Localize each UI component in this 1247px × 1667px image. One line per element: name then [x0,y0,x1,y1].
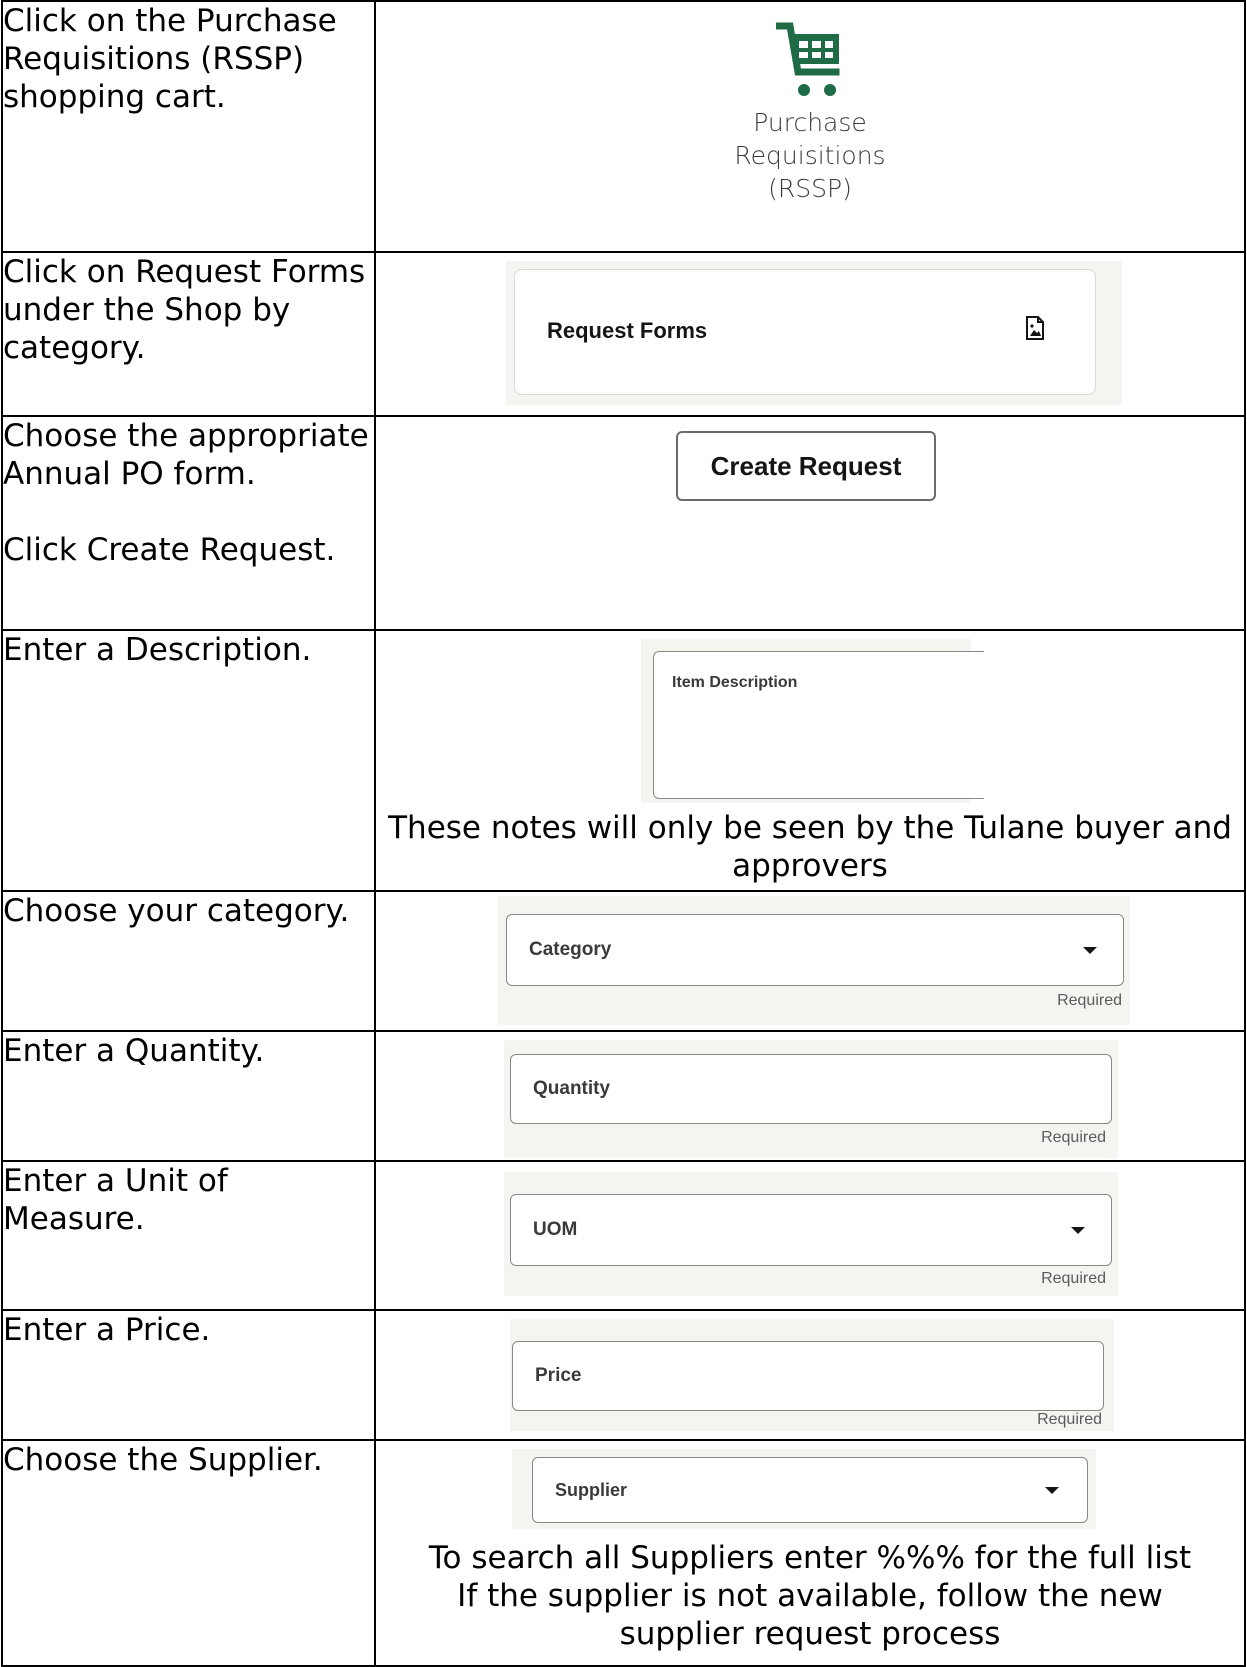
step-instruction-cell: Enter a Description. [1,629,376,892]
document-image-icon [1026,316,1044,340]
uom-panel: UOM Required [504,1172,1118,1296]
step-screenshot-cell: Category Required [374,890,1246,1032]
create-request-button[interactable]: Create Request [676,431,936,501]
request-forms-label: Request Forms [547,318,708,343]
step-instruction-cell: Click on Request Forms under the Shop by… [1,251,376,417]
required-helper: Required [1057,992,1122,1009]
price-input[interactable]: Price [512,1341,1104,1411]
request-forms-panel: Request Forms [506,261,1122,405]
step-screenshot-cell: UOM Required [374,1160,1246,1311]
step-row-description: Enter a Description. Item Description Th… [1,629,1246,892]
step-screenshot-cell: Request Forms [374,251,1246,417]
shopping-cart-icon[interactable] [776,20,844,98]
item-description-panel: Item Description [641,639,984,803]
step-instruction: Click on Request Forms under the Shop by… [3,254,366,366]
price-label: Price [535,1365,582,1386]
rssp-tile[interactable]: Purchase Requisitions (RSSP) [377,20,1243,205]
item-description-label: Item Description [672,674,798,691]
step-instruction: Enter a Description. [3,632,312,668]
uom-select[interactable]: UOM [510,1194,1112,1266]
step-instruction-cell: Choose the appropriate Annual PO form. C… [1,415,376,631]
rssp-label-line: Purchase [753,108,867,137]
category-select[interactable]: Category [506,914,1124,986]
step-row-supplier: Choose the Supplier. Supplier To search … [1,1439,1246,1667]
step-screenshot-cell: Create Request [374,415,1246,631]
step-instruction: Choose the Supplier. [3,1442,323,1478]
description-note: These notes will only be seen by the Tul… [388,810,1232,884]
item-description-textarea[interactable]: Item Description [653,651,984,799]
step-row-request-forms: Click on Request Forms under the Shop by… [1,251,1246,417]
step-screenshot-cell: Quantity Required [374,1030,1246,1162]
step-row-quantity: Enter a Quantity. Quantity Required [1,1030,1246,1162]
step-instruction-cell: Enter a Quantity. [1,1030,376,1162]
step-instruction: Click on the Purchase Requisitions (RSSP… [3,3,337,115]
steps-table: Click on the Purchase Requisitions (RSSP… [1,0,1246,1667]
price-panel: Price Required [510,1319,1114,1431]
supplier-panel: Supplier [512,1449,1096,1529]
instruction-sheet: Click on the Purchase Requisitions (RSSP… [0,0,1247,1667]
supplier-note-line: supplier request process [619,1616,1001,1652]
step-instruction-cell: Enter a Unit of Measure. [1,1160,376,1311]
chevron-down-icon[interactable] [1071,1227,1085,1234]
quantity-input[interactable]: Quantity [510,1054,1112,1124]
supplier-label: Supplier [555,1480,628,1500]
chevron-down-icon[interactable] [1083,947,1097,954]
step-instruction: Choose the appropriate Annual PO form. [3,418,369,492]
chevron-down-icon[interactable] [1045,1487,1059,1494]
supplier-note: To search all Suppliers enter %%% for th… [377,1539,1243,1653]
supplier-note-line: To search all Suppliers enter %%% for th… [428,1540,1192,1576]
required-helper: Required [1037,1411,1102,1428]
supplier-select[interactable]: Supplier [532,1457,1088,1523]
quantity-panel: Quantity Required [504,1040,1118,1158]
step-instruction: Choose your category. [3,893,350,929]
step-row-uom: Enter a Unit of Measure. UOM Required [1,1160,1246,1311]
step-instruction: Enter a Quantity. [3,1033,265,1069]
step-instruction-cell: Choose your category. [1,890,376,1032]
step-instruction-secondary: Click Create Request. [3,532,336,568]
required-helper: Required [1041,1270,1106,1287]
step-screenshot-cell: Item Description These notes will only b… [374,629,1246,892]
rssp-label-line: (RSSP) [768,174,852,203]
step-instruction: Enter a Price. [3,1312,211,1348]
required-helper: Required [1041,1129,1106,1146]
step-instruction: Enter a Unit of Measure. [3,1163,228,1237]
request-forms-card[interactable]: Request Forms [514,269,1096,395]
step-instruction-cell: Enter a Price. [1,1309,376,1441]
step-instruction-cell: Click on the Purchase Requisitions (RSSP… [1,0,376,253]
rssp-label-line: Requisitions [734,141,886,170]
step-screenshot-cell: Price Required [374,1309,1246,1441]
category-panel: Category Required [498,896,1130,1025]
uom-label: UOM [533,1219,578,1240]
step-row-category: Choose your category. Category Required [1,890,1246,1032]
step-instruction-cell: Choose the Supplier. [1,1439,376,1667]
step-row-create-request: Choose the appropriate Annual PO form. C… [1,415,1246,631]
quantity-label: Quantity [533,1078,611,1099]
category-label: Category [529,939,612,960]
step-screenshot-cell: Supplier To search all Suppliers enter %… [374,1439,1246,1667]
supplier-note-line: If the supplier is not available, follow… [457,1578,1163,1614]
step-row-cart: Click on the Purchase Requisitions (RSSP… [1,0,1246,253]
step-screenshot-cell: Purchase Requisitions (RSSP) [374,0,1246,253]
step-row-price: Enter a Price. Price Required [1,1309,1246,1441]
